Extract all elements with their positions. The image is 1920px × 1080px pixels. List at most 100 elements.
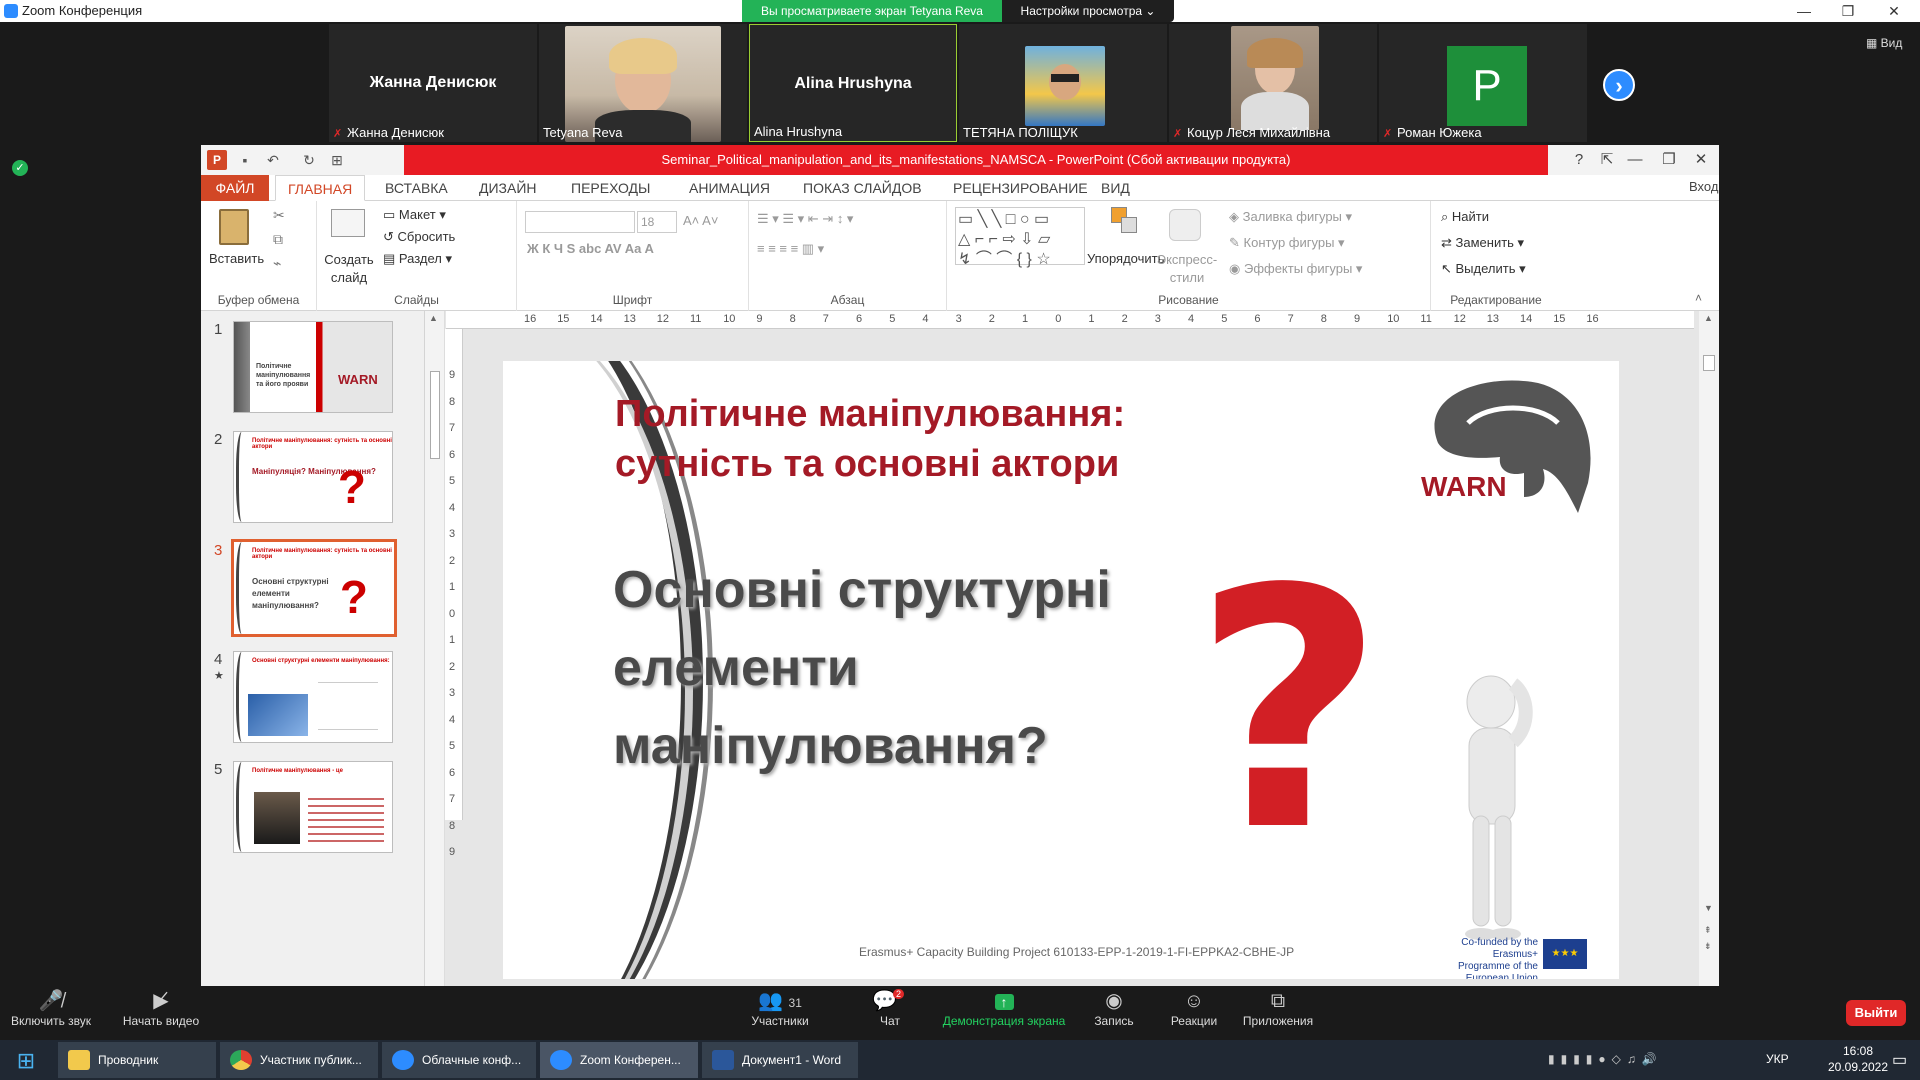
font-style-buttons[interactable]: Ж К Ч S abc AV Aa A (527, 241, 654, 256)
participant-label: ТЕТЯНА ПОЛІЩУК (963, 125, 1078, 140)
list-buttons[interactable]: ☰ ▾ ☰ ▾ ⇤ ⇥ ↕ ▾ (757, 211, 853, 227)
tab-slideshow[interactable]: ПОКАЗ СЛАЙДОВ (791, 175, 934, 201)
shape-fill-button[interactable]: ◈ Заливка фигуры ▾ (1229, 209, 1352, 225)
collapse-ribbon-icon[interactable]: ˄ (1695, 291, 1702, 305)
help-icon[interactable]: ? (1565, 149, 1593, 171)
redo-icon[interactable]: ↻ (299, 150, 319, 170)
taskbar-item-word[interactable]: Документ1 - Word (702, 1042, 858, 1078)
tab-design[interactable]: ДИЗАЙН (467, 175, 549, 201)
scroll-up-icon[interactable]: ▲ (1704, 313, 1713, 323)
quick-styles-icon[interactable] (1169, 209, 1201, 241)
participants-button[interactable]: 👥 31 Участники (740, 988, 820, 1028)
find-button[interactable]: ⌕ Найти (1441, 209, 1489, 225)
tab-animation[interactable]: АНИМАЦИЯ (677, 175, 782, 201)
reset-button[interactable]: ↺ Сбросить (383, 229, 455, 245)
taskbar-item-chrome[interactable]: Участник публик... (220, 1042, 378, 1078)
scroll-down-icon[interactable]: ▼ (1704, 903, 1713, 913)
font-size-select[interactable]: 18 (637, 211, 677, 233)
restore-icon[interactable]: ❐ (1828, 0, 1868, 22)
next-slide-icon[interactable]: ⇟ (1704, 941, 1712, 952)
scroll-thumb[interactable] (1703, 355, 1715, 371)
slide-thumbnail[interactable]: Політичне маніпулювання: сутність та осн… (233, 431, 393, 523)
undo-icon[interactable]: ↶ (263, 150, 283, 170)
participant-tile[interactable]: Жанна Денисюк ✗ Жанна Денисюк (329, 24, 537, 142)
ruler-tick-label: 6 (856, 313, 863, 325)
save-icon[interactable]: ▪ (235, 150, 255, 170)
ppt-minimize-icon[interactable]: — (1621, 149, 1649, 171)
arrange-button[interactable]: Упорядочить (1087, 251, 1164, 266)
tray-icons[interactable]: ▮▮▮▮●◇♫🔊 (1548, 1052, 1663, 1066)
slide-thumbnail-selected[interactable]: Політичне маніпулювання: сутність та осн… (231, 539, 397, 637)
view-button[interactable]: ▦ Вид (1866, 36, 1902, 50)
participant-tile[interactable]: Alina Hrushyna Alina Hrushyna (749, 24, 957, 142)
tab-transitions[interactable]: ПЕРЕХОДЫ (559, 175, 662, 201)
reactions-button[interactable]: ☺ Реакции (1166, 988, 1222, 1028)
next-page-icon[interactable]: › (1603, 69, 1635, 101)
leave-meeting-button[interactable]: Выйти (1846, 1000, 1906, 1026)
notifications-icon[interactable]: ▭ (1892, 1050, 1907, 1070)
slide-scrollbar[interactable]: ▲ ▼ ⇞ ⇟ (1699, 311, 1719, 986)
participant-tile[interactable]: P ✗ Роман Южека (1379, 24, 1587, 142)
format-painter-icon[interactable]: ⌁ (273, 255, 281, 272)
new-slide-button[interactable]: Создать слайд (323, 251, 375, 287)
shapes-gallery[interactable]: ▭ ╲ ╲ □ ○ ▭ △ ⌐ ⌐ ⇨ ⇩ ▱ ↯ ⌒ ⌒ { } ☆ (955, 207, 1085, 268)
tab-review[interactable]: РЕЦЕНЗИРОВАНИЕ (941, 175, 1100, 201)
chat-button[interactable]: 💬2 Чат (868, 988, 912, 1028)
taskbar-item-explorer[interactable]: Проводник (58, 1042, 216, 1078)
participant-tile[interactable]: Tetyana Reva (539, 24, 747, 142)
ruler-tick-label: 4 (1188, 313, 1195, 325)
font-family-select[interactable] (525, 211, 635, 233)
previous-slide-icon[interactable]: ⇞ (1704, 925, 1712, 936)
ribbon-display-icon[interactable]: ⇱ (1593, 149, 1621, 171)
share-screen-button[interactable]: ↑ Демонстрация экрана (934, 988, 1074, 1028)
section-button[interactable]: ▤ Раздел ▾ (383, 251, 452, 267)
record-button[interactable]: ◉ Запись (1088, 988, 1140, 1028)
close-icon[interactable]: ✕ (1874, 0, 1914, 22)
cut-icon[interactable]: ✂ (273, 207, 285, 224)
quick-styles-button[interactable]: Экспресс-стили (1155, 251, 1219, 287)
ppt-restore-icon[interactable]: ❐ (1655, 149, 1683, 171)
slide-thumbnail[interactable]: Політичне маніпулювання та його прояви W… (233, 321, 393, 413)
scroll-thumb[interactable] (430, 371, 440, 459)
shape-effects-button[interactable]: ◉ Эффекты фигуры ▾ (1229, 261, 1362, 277)
start-slideshow-icon[interactable]: ⊞ (327, 150, 347, 170)
tab-insert[interactable]: ВСТАВКА (373, 175, 460, 201)
slide-thumbnail[interactable]: Основні структурні елементи маніпулюванн… (233, 651, 393, 743)
paste-icon[interactable] (219, 209, 249, 245)
ppt-close-icon[interactable]: ✕ (1687, 149, 1715, 171)
paste-button[interactable]: Вставить (209, 251, 264, 266)
tab-view[interactable]: ВИД (1089, 175, 1142, 201)
taskbar-item-zoom-meeting[interactable]: Zoom Конферен... (540, 1042, 698, 1078)
tab-home[interactable]: ГЛАВНАЯ (275, 175, 366, 201)
thumbnail-scrollbar[interactable]: ▲ (425, 311, 445, 986)
align-buttons[interactable]: ≡ ≡ ≡ ≡ ▥ ▾ (757, 241, 824, 257)
minimize-icon[interactable]: — (1784, 0, 1824, 22)
layout-button[interactable]: ▭ Макет ▾ (383, 207, 446, 223)
participant-tile[interactable]: ТЕТЯНА ПОЛІЩУК (959, 24, 1167, 142)
font-grow-icon[interactable]: A˄ A˅ (683, 213, 718, 228)
clipboard-group: Вставить ✂ ⧉ ⌁ Буфер обмена (201, 201, 317, 311)
start-video-button[interactable]: ▶̸ Начать видео (118, 988, 204, 1028)
windows-start-icon[interactable]: ⊞ (6, 1046, 46, 1076)
slide-canvas[interactable]: Політичне маніпулювання: сутність та осно… (503, 361, 1619, 979)
language-indicator[interactable]: УКР (1766, 1052, 1789, 1066)
new-slide-icon[interactable] (331, 209, 365, 237)
slide-thumbnail[interactable]: Політичне маніпулювання - це (233, 761, 393, 853)
clock-time[interactable]: 16:08 (1830, 1044, 1886, 1058)
select-button[interactable]: ↖ Выделить ▾ (1441, 261, 1526, 277)
participants-icon: 👥 31 (758, 990, 802, 1012)
apps-button[interactable]: ⧉ Приложения (1238, 988, 1318, 1028)
copy-icon[interactable]: ⧉ (273, 231, 283, 248)
view-options-button[interactable]: Настройки просмотра ⌄ (1002, 0, 1174, 22)
unmute-button[interactable]: 🎤̸ Включить звук (8, 988, 94, 1028)
clock-date[interactable]: 20.09.2022 (1826, 1060, 1890, 1074)
scroll-up-icon[interactable]: ▲ (429, 313, 438, 323)
arrange-icon[interactable] (1111, 207, 1141, 237)
word-icon (712, 1050, 734, 1070)
tab-file[interactable]: ФАЙЛ (201, 175, 269, 201)
sign-in-link[interactable]: Вход (1689, 179, 1718, 194)
shape-outline-button[interactable]: ✎ Контур фигуры ▾ (1229, 235, 1345, 251)
taskbar-item-zoom-cloud[interactable]: Облачные конф... (382, 1042, 536, 1078)
participant-tile[interactable]: ✗ Коцур Леся Михайлівна (1169, 24, 1377, 142)
replace-button[interactable]: ⇄ Заменить ▾ (1441, 235, 1524, 251)
